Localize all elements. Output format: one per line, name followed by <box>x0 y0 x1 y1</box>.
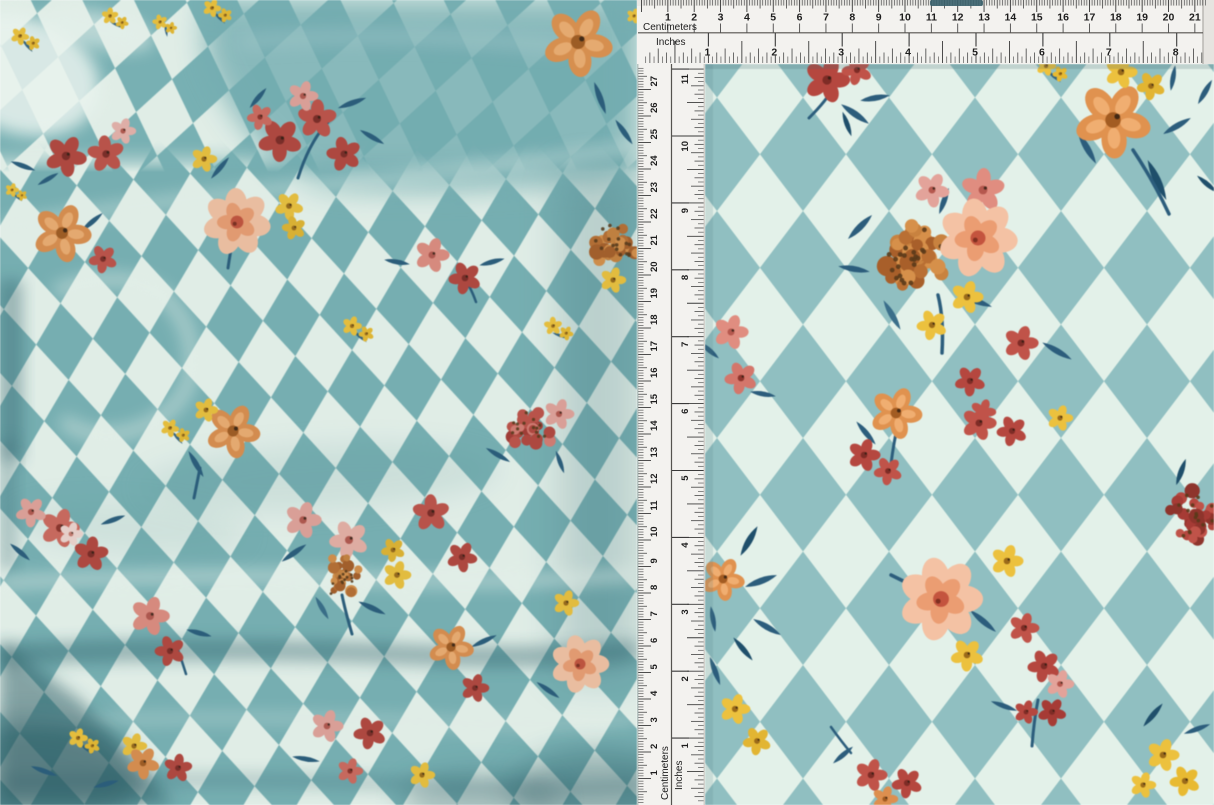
svg-text:17: 17 <box>649 341 660 352</box>
svg-text:25: 25 <box>649 128 660 139</box>
svg-text:6: 6 <box>1039 47 1045 59</box>
svg-text:15: 15 <box>1031 12 1043 24</box>
svg-text:12: 12 <box>649 473 660 484</box>
svg-text:27: 27 <box>649 76 660 87</box>
svg-text:3: 3 <box>718 12 724 24</box>
svg-text:22: 22 <box>649 208 660 219</box>
svg-text:7: 7 <box>1106 47 1112 59</box>
svg-text:9: 9 <box>680 208 691 213</box>
svg-text:10: 10 <box>680 141 691 152</box>
svg-text:16: 16 <box>1057 12 1069 24</box>
svg-text:10: 10 <box>649 526 660 537</box>
svg-text:Centimeters: Centimeters <box>643 22 697 33</box>
svg-text:2: 2 <box>680 676 691 681</box>
svg-text:19: 19 <box>649 288 660 299</box>
svg-text:20: 20 <box>649 261 660 272</box>
svg-text:3: 3 <box>838 47 844 59</box>
svg-text:11: 11 <box>680 73 691 84</box>
svg-text:1: 1 <box>704 47 710 59</box>
svg-text:13: 13 <box>978 12 990 24</box>
svg-text:11: 11 <box>926 12 937 24</box>
svg-text:9: 9 <box>876 12 882 24</box>
svg-text:18: 18 <box>649 314 660 325</box>
svg-text:11: 11 <box>649 500 660 511</box>
svg-text:2: 2 <box>771 47 777 59</box>
svg-text:4: 4 <box>905 47 911 59</box>
svg-text:8: 8 <box>849 12 855 24</box>
svg-text:5: 5 <box>972 47 978 59</box>
svg-text:23: 23 <box>649 182 660 193</box>
svg-text:6: 6 <box>649 638 660 643</box>
svg-text:20: 20 <box>1163 12 1175 24</box>
svg-text:8: 8 <box>1173 47 1179 59</box>
svg-text:3: 3 <box>680 609 691 614</box>
svg-text:12: 12 <box>952 12 964 24</box>
svg-text:2: 2 <box>649 744 660 749</box>
svg-text:1: 1 <box>649 770 660 776</box>
svg-text:5: 5 <box>649 664 660 670</box>
svg-text:19: 19 <box>1136 12 1148 24</box>
svg-text:17: 17 <box>1084 12 1096 24</box>
svg-text:26: 26 <box>649 102 660 113</box>
svg-text:Inches: Inches <box>674 761 685 790</box>
svg-text:7: 7 <box>680 342 691 347</box>
svg-text:16: 16 <box>649 367 660 378</box>
svg-text:14: 14 <box>1005 12 1017 24</box>
svg-text:1: 1 <box>680 742 691 748</box>
svg-text:21: 21 <box>1189 12 1201 24</box>
svg-text:18: 18 <box>1110 12 1122 24</box>
svg-text:4: 4 <box>680 542 691 548</box>
svg-text:4: 4 <box>744 12 750 24</box>
svg-text:4: 4 <box>649 690 660 696</box>
svg-text:21: 21 <box>649 234 660 245</box>
svg-text:8: 8 <box>649 585 660 590</box>
svg-text:7: 7 <box>649 611 660 616</box>
svg-text:24: 24 <box>649 155 660 166</box>
svg-text:8: 8 <box>680 275 691 280</box>
svg-text:9: 9 <box>649 558 660 563</box>
svg-text:3: 3 <box>649 717 660 722</box>
svg-text:10: 10 <box>899 12 911 24</box>
svg-text:6: 6 <box>680 409 691 414</box>
svg-text:Inches: Inches <box>656 37 685 48</box>
svg-text:14: 14 <box>649 420 660 431</box>
svg-text:15: 15 <box>649 393 660 404</box>
svg-text:13: 13 <box>649 447 660 458</box>
svg-text:5: 5 <box>680 475 691 481</box>
svg-text:5: 5 <box>770 12 776 24</box>
svg-text:7: 7 <box>823 12 829 24</box>
svg-text:Centimeters: Centimeters <box>660 746 671 800</box>
svg-text:6: 6 <box>797 12 803 24</box>
